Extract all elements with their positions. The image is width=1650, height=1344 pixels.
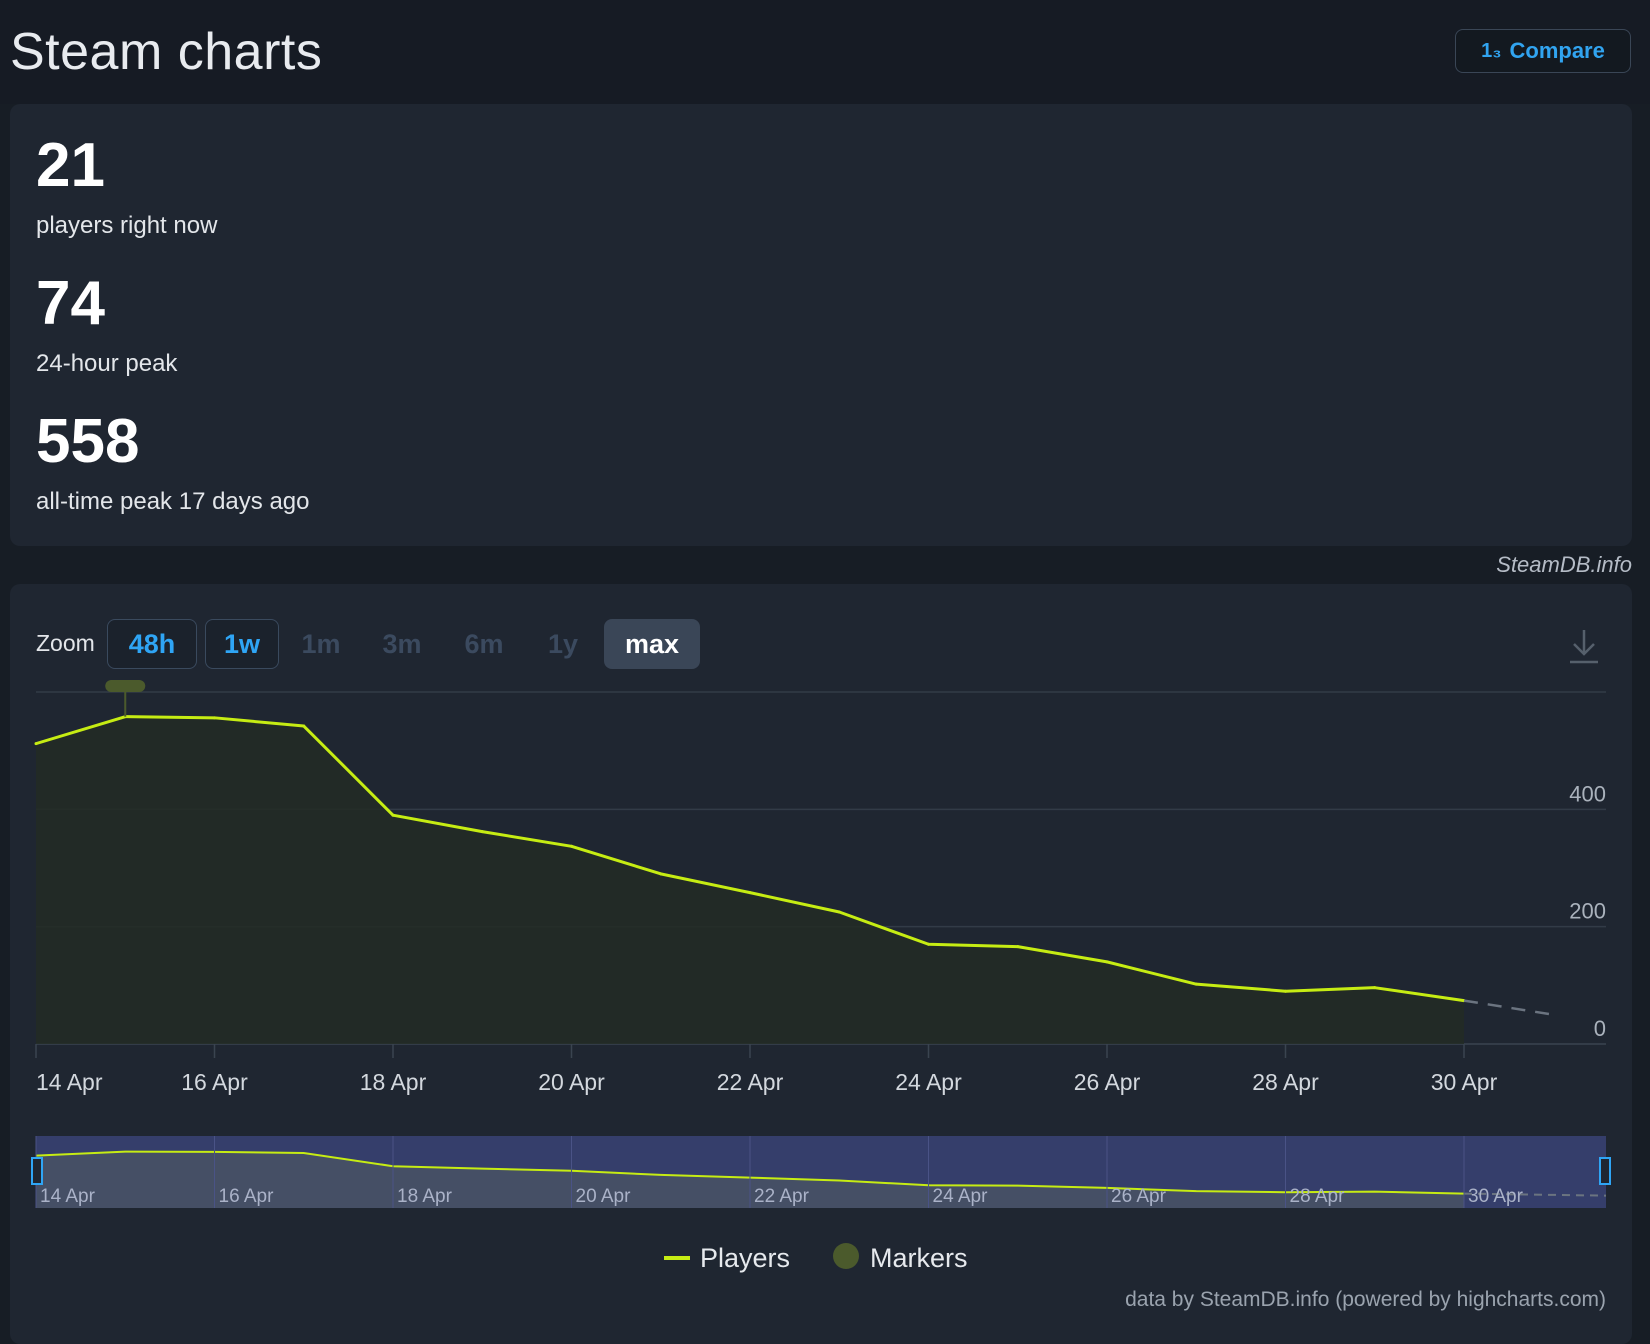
compare-label: Compare <box>1509 38 1605 63</box>
y-tick-label: 0 <box>1594 1016 1606 1041</box>
players-point <box>302 724 306 728</box>
players-point <box>1105 960 1109 964</box>
x-tick-label: 30 Apr <box>1431 1069 1498 1095</box>
marker-flag <box>105 680 146 692</box>
players-point <box>659 872 663 876</box>
x-tick-label: 22 Apr <box>717 1069 784 1095</box>
legend-markers-label: Markers <box>870 1243 968 1273</box>
players-point <box>213 716 216 720</box>
players-point <box>480 830 484 834</box>
navigator-label: 16 Apr <box>219 1186 275 1207</box>
current-players-label: players right now <box>36 212 218 239</box>
chart-legend: Players Markers <box>664 1243 968 1273</box>
day-peak-value: 74 <box>36 269 105 338</box>
projected-line <box>1463 999 1554 1016</box>
numbers-icon: 1₃ <box>1481 39 1502 62</box>
chart-footer-credit[interactable]: data by SteamDB.info (powered by highcha… <box>1125 1288 1606 1312</box>
navigator-label: 24 Apr <box>933 1186 989 1207</box>
players-point <box>1373 986 1377 990</box>
players-point <box>1016 945 1020 949</box>
x-tick-label: 20 Apr <box>538 1069 605 1095</box>
x-tick-label: 14 Apr <box>36 1069 103 1095</box>
y-tick-label: 200 <box>1569 899 1606 924</box>
navigator-label: 26 Apr <box>1111 1186 1167 1207</box>
players-point <box>837 910 841 914</box>
day-peak-label: 24-hour peak <box>36 350 178 377</box>
players-point <box>927 942 930 946</box>
x-tick-label: 16 Apr <box>181 1069 248 1095</box>
players-area <box>36 716 1464 1044</box>
navigator-label: 20 Apr <box>576 1186 632 1207</box>
navigator-handle-left[interactable] <box>31 1157 43 1185</box>
players-point <box>1284 989 1287 993</box>
players-point <box>748 891 752 895</box>
x-tick-label: 18 Apr <box>360 1069 427 1095</box>
source-credit[interactable]: SteamDB.info <box>1496 552 1632 578</box>
current-players-value: 21 <box>36 131 105 200</box>
x-tick-label: 24 Apr <box>895 1069 962 1095</box>
header-bar: Steam charts 1₃ Compare <box>0 0 1650 104</box>
y-tick-label: 400 <box>1569 781 1606 806</box>
navigator-label: 30 Apr <box>1468 1186 1524 1207</box>
players-point <box>1194 982 1198 986</box>
legend-players-label: Players <box>700 1243 790 1273</box>
players-point <box>391 813 395 817</box>
players-point <box>570 844 573 848</box>
chart-card: Zoom 48h 1w 1m 3m 6m 1y max 0 200 400 14 Ap… <box>10 584 1632 1344</box>
stats-card: 21 players right now 74 24-hour peak 558… <box>10 104 1632 546</box>
navigator-label: 18 Apr <box>397 1186 453 1207</box>
navigator-label: 28 Apr <box>1290 1186 1346 1207</box>
navigator-handle-right[interactable] <box>1599 1157 1611 1185</box>
page-title: Steam charts <box>10 23 323 81</box>
navigator-label: 14 Apr <box>40 1186 96 1207</box>
x-tick-label: 28 Apr <box>1252 1069 1319 1095</box>
all-time-peak-label: all-time peak 17 days ago <box>36 488 310 515</box>
x-tick-label: 26 Apr <box>1074 1069 1141 1095</box>
navigator-label: 22 Apr <box>754 1186 810 1207</box>
all-time-peak-value: 558 <box>36 407 140 476</box>
player-chart: 0 200 400 14 Apr 16 Apr 18 Apr 20 Apr 22 Apr 24 … <box>31 680 1611 1273</box>
legend-markers-swatch <box>833 1243 859 1269</box>
compare-button[interactable]: 1₃ Compare <box>1455 29 1631 73</box>
players-point <box>34 742 38 746</box>
